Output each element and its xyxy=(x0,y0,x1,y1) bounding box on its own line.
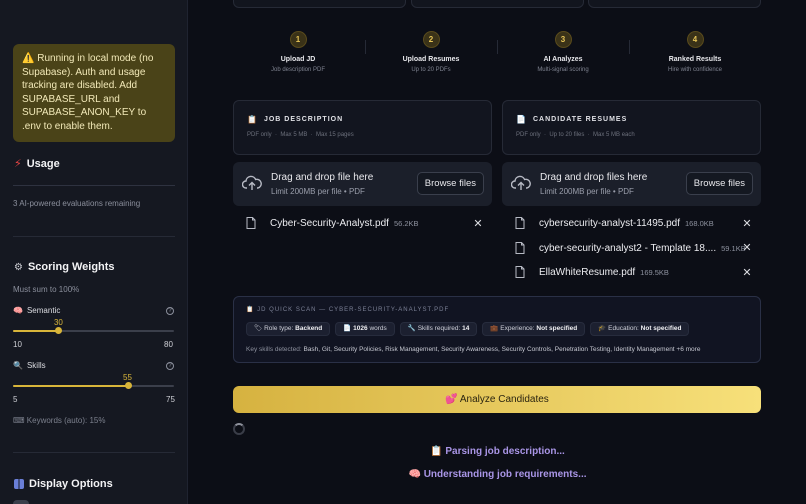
skills-min: 5 xyxy=(13,395,18,404)
jd-drop-title: Drag and drop file here xyxy=(271,172,374,183)
file-name: Cyber-Security-Analyst.pdf xyxy=(270,217,389,229)
candidate-resumes-card: 📄 CANDIDATE RESUMES PDF only · Up to 20 … xyxy=(502,100,761,155)
semantic-slider-fill xyxy=(13,330,59,332)
remove-file-icon[interactable]: ✕ xyxy=(742,242,752,254)
skills-slider-fill xyxy=(13,385,128,387)
graduation-cap-icon: 🎓 xyxy=(598,325,607,332)
resume-file-row: cyber-security-analyst2 - Template 18...… xyxy=(515,240,746,256)
help-icon[interactable]: ? xyxy=(166,362,174,370)
resumes-browse-button[interactable]: Browse files xyxy=(685,172,753,195)
file-size: 168.0KB xyxy=(685,218,714,228)
clipboard-icon: 📋 xyxy=(246,307,255,313)
step-4: 4 Ranked Results Hire with confidence xyxy=(630,31,760,73)
sidebar: ⚠️ Running in local mode (no Supabase). … xyxy=(0,0,188,504)
file-name: cyber-security-analyst2 - Template 18...… xyxy=(539,242,717,254)
remove-file-icon[interactable]: ✕ xyxy=(742,267,752,279)
file-size: 56.2KB xyxy=(393,218,419,228)
resume-file-row: cybersecurity-analyst-11495.pdf 168.0KB xyxy=(515,215,714,231)
skills-required-chip: 🔧 Skills required: 14 xyxy=(399,322,478,336)
grid-icon xyxy=(14,479,24,489)
resumes-dropzone[interactable]: Drag and drop files here Limit 200MB per… xyxy=(502,162,761,206)
scan-chips: 🏷 Role type: Backend 📄 1026 words 🔧 Skil… xyxy=(246,322,690,336)
skills-label: 🔍 Skills xyxy=(13,361,46,370)
jd-browse-button[interactable]: Browse files xyxy=(416,172,484,195)
jd-file-row: Cyber-Security-Analyst.pdf 56.2KB xyxy=(246,215,419,231)
status-parsing: 📋 Parsing job description... xyxy=(430,446,565,457)
jd-dropzone[interactable]: Drag and drop file here Limit 200MB per … xyxy=(233,162,492,206)
quick-scan-title: JD QUICK SCAN — CYBER-SECURITY-ANALYST.P… xyxy=(257,307,450,313)
semantic-value: 30 xyxy=(53,318,63,327)
job-description-meta: PDF only · Max 5 MB · Max 15 pages xyxy=(247,132,354,138)
semantic-max: 80 xyxy=(164,340,173,349)
usage-bar xyxy=(13,185,175,186)
remove-file-icon[interactable]: ✕ xyxy=(473,218,483,230)
scoring-subtitle: Must sum to 100% xyxy=(13,285,80,294)
document-icon: 📄 xyxy=(516,115,527,124)
lightning-icon: ⚡ xyxy=(14,158,22,170)
job-description-title: JOB DESCRIPTION xyxy=(263,116,344,123)
usage-heading: ⚡ Usage xyxy=(14,157,60,171)
step-2: 2 Upload Resumes Up to 20 PDFs xyxy=(366,31,496,73)
loading-spinner xyxy=(233,423,245,435)
local-mode-warning: ⚠️ Running in local mode (no Supabase). … xyxy=(13,44,175,142)
keywords-auto: ⌨ Keywords (auto): 15% xyxy=(13,416,106,425)
candidate-resumes-title: CANDIDATE RESUMES xyxy=(532,116,628,123)
briefcase-icon: 💼 xyxy=(490,325,499,332)
file-size: 169.5KB xyxy=(640,267,669,277)
top-card xyxy=(233,0,406,8)
tag-icon: 🏷 xyxy=(254,325,263,332)
magnifier-icon: 🔍 xyxy=(13,361,23,370)
usage-remaining: 3 AI-powered evaluations remaining xyxy=(13,199,141,208)
cloud-upload-icon xyxy=(511,175,531,190)
experience-chip: 💼 Experience: Not specified xyxy=(482,322,586,336)
jd-quick-scan: 📋 JD QUICK SCAN — CYBER-SECURITY-ANALYST… xyxy=(233,296,761,363)
brain-icon: 🧠 xyxy=(13,306,23,315)
clipboard-icon: 📋 xyxy=(247,115,258,124)
cloud-upload-icon xyxy=(242,175,262,190)
skills-value: 55 xyxy=(123,373,132,382)
file-icon xyxy=(515,266,525,278)
resumes-drop-subtitle: Limit 200MB per file • PDF xyxy=(540,187,634,196)
semantic-label: 🧠 Semantic xyxy=(13,306,61,315)
toggle[interactable] xyxy=(13,500,29,504)
divider xyxy=(13,452,175,453)
semantic-slider[interactable] xyxy=(13,330,174,332)
step-1: 1 Upload JD Job description PDF xyxy=(233,31,363,73)
scoring-heading: ⚙ Scoring Weights xyxy=(14,261,115,273)
word-count-chip: 📄 1026 words xyxy=(335,322,395,336)
status-understanding: 🧠 Understanding job requirements... xyxy=(408,469,587,480)
remove-file-icon[interactable]: ✕ xyxy=(742,218,752,230)
resume-file-row: EllaWhiteResume.pdf 169.5KB xyxy=(515,264,669,280)
keyboard-icon: ⌨ xyxy=(13,416,25,425)
resumes-drop-title: Drag and drop files here xyxy=(540,172,648,183)
file-name: EllaWhiteResume.pdf xyxy=(539,266,636,278)
help-icon[interactable]: ? xyxy=(166,307,174,315)
job-description-card: 📋 JOB DESCRIPTION PDF only · Max 5 MB · … xyxy=(233,100,492,155)
semantic-min: 10 xyxy=(13,340,22,349)
key-skills-detected: Key skills detected: Bash, Git, Security… xyxy=(246,346,701,353)
step-3: 3 AI Analyzes Multi-signal scoring xyxy=(498,31,628,73)
skills-slider-thumb[interactable] xyxy=(124,382,132,389)
analyze-candidates-button[interactable]: 💕 Analyze Candidates xyxy=(233,386,761,413)
display-heading: Display Options xyxy=(14,478,113,490)
skills-max: 75 xyxy=(166,395,175,404)
gear-icon: ⚙ xyxy=(14,261,23,273)
wrench-icon: 🔧 xyxy=(407,325,416,332)
role-type-chip: 🏷 Role type: Backend xyxy=(246,322,331,336)
candidate-resumes-meta: PDF only · Up to 20 files · Max 5 MB eac… xyxy=(516,132,635,138)
top-card xyxy=(411,0,584,8)
main-content: 1 Upload JD Job description PDF 2 Upload… xyxy=(189,0,806,504)
semantic-slider-thumb[interactable] xyxy=(55,327,63,334)
file-icon xyxy=(515,242,525,254)
education-chip: 🎓 Education: Not specified xyxy=(590,322,690,336)
divider xyxy=(13,236,175,237)
skills-slider[interactable] xyxy=(13,385,174,387)
top-card xyxy=(588,0,761,8)
document-icon: 📄 xyxy=(343,325,352,332)
jd-drop-subtitle: Limit 200MB per file • PDF xyxy=(271,187,365,196)
file-icon xyxy=(515,217,525,229)
file-icon xyxy=(246,217,256,229)
file-name: cybersecurity-analyst-11495.pdf xyxy=(539,217,680,229)
